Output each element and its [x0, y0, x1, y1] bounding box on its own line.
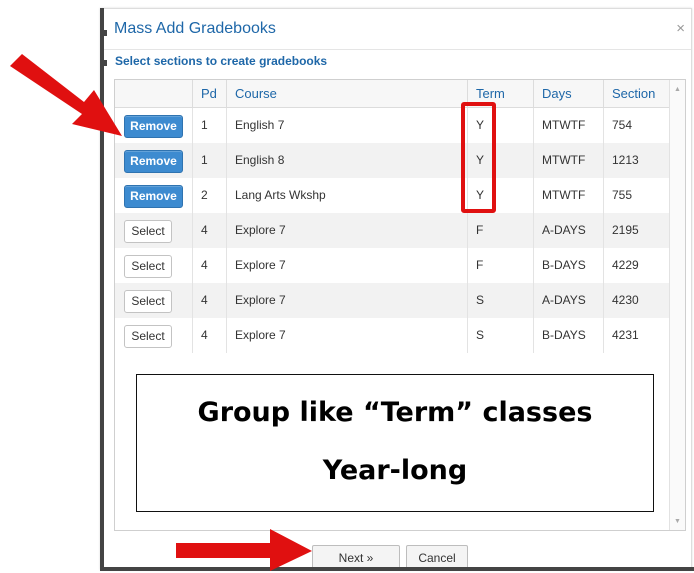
column-header-course[interactable]: Course	[226, 80, 467, 107]
cell-term: S	[467, 283, 533, 318]
title-divider	[100, 49, 691, 50]
table-row: Remove 1 English 8 Y MTWTF 1213	[115, 143, 670, 178]
cell-term: S	[467, 318, 533, 353]
cell-section: 1213	[603, 143, 670, 178]
annotation-callout: Group like “Term” classes Year-long	[136, 374, 654, 512]
arrow-to-next-icon	[176, 529, 312, 571]
cell-days: MTWTF	[533, 108, 603, 143]
cell-section: 755	[603, 178, 670, 213]
cell-course: Lang Arts Wkshp	[226, 178, 467, 213]
callout-line-2: Year-long	[322, 455, 468, 486]
cell-pd: 4	[192, 248, 226, 283]
scroll-up-icon[interactable]: ▲	[674, 86, 681, 93]
table-row: Select 4 Explore 7 S A-DAYS 4230	[115, 283, 670, 318]
cell-action: Select	[115, 283, 192, 318]
cell-section: 754	[603, 108, 670, 143]
scroll-down-icon[interactable]: ▼	[674, 518, 681, 525]
select-button[interactable]: Select	[124, 255, 172, 278]
term-highlight-box	[461, 102, 496, 213]
select-button[interactable]: Select	[124, 290, 172, 313]
grid-scrollbar[interactable]: ▲ ▼	[669, 80, 685, 530]
select-button[interactable]: Select	[124, 220, 172, 243]
table-row: Remove 2 Lang Arts Wkshp Y MTWTF 755	[115, 178, 670, 213]
cell-pd: 4	[192, 318, 226, 353]
cell-term: F	[467, 213, 533, 248]
cell-action: Select	[115, 248, 192, 283]
cell-days: B-DAYS	[533, 318, 603, 353]
remove-button[interactable]: Remove	[124, 185, 183, 208]
column-header-days[interactable]: Days	[533, 80, 603, 107]
select-button[interactable]: Select	[124, 325, 172, 348]
cell-pd: 1	[192, 143, 226, 178]
arrow-to-remove-icon	[10, 54, 122, 136]
cell-course: English 7	[226, 108, 467, 143]
dialog-subtitle: Select sections to create gradebooks	[115, 54, 328, 68]
column-header-pd[interactable]: Pd	[192, 80, 226, 107]
table-row: Select 4 Explore 7 F B-DAYS 4229	[115, 248, 670, 283]
cell-days: A-DAYS	[533, 213, 603, 248]
cell-days: MTWTF	[533, 178, 603, 213]
table-row: Select 4 Explore 7 S B-DAYS 4231	[115, 318, 670, 353]
cell-course: Explore 7	[226, 318, 467, 353]
grid-header: Pd Course Term Days Section	[115, 80, 670, 108]
cell-section: 4231	[603, 318, 670, 353]
cell-term: F	[467, 248, 533, 283]
border-nub	[104, 30, 107, 36]
cell-action: Select	[115, 318, 192, 353]
cell-section: 2195	[603, 213, 670, 248]
cell-course: English 8	[226, 143, 467, 178]
dialog-title: Mass Add Gradebooks	[114, 20, 276, 37]
cell-action: Remove	[115, 178, 192, 213]
cell-days: MTWTF	[533, 143, 603, 178]
cell-action: Select	[115, 213, 192, 248]
callout-line-1: Group like “Term” classes	[197, 397, 593, 428]
table-row: Select 4 Explore 7 F A-DAYS 2195	[115, 213, 670, 248]
close-icon[interactable]: ×	[676, 21, 685, 36]
cell-pd: 2	[192, 178, 226, 213]
cell-pd: 4	[192, 213, 226, 248]
cell-pd: 1	[192, 108, 226, 143]
column-header-section[interactable]: Section	[603, 80, 670, 107]
table-row: Remove 1 English 7 Y MTWTF 754	[115, 108, 670, 143]
cell-course: Explore 7	[226, 283, 467, 318]
cell-section: 4229	[603, 248, 670, 283]
cell-pd: 4	[192, 283, 226, 318]
cell-course: Explore 7	[226, 248, 467, 283]
cell-days: B-DAYS	[533, 248, 603, 283]
cell-section: 4230	[603, 283, 670, 318]
cell-days: A-DAYS	[533, 283, 603, 318]
cell-course: Explore 7	[226, 213, 467, 248]
